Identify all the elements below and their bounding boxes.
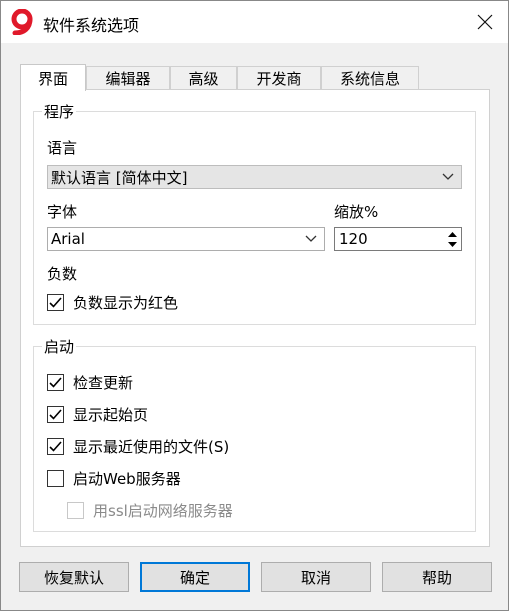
ok-button[interactable]: 确定 <box>140 562 250 592</box>
cancel-button[interactable]: 取消 <box>261 562 371 592</box>
restore-defaults-button[interactable]: 恢复默认 <box>19 562 129 592</box>
checkbox-box[interactable] <box>67 502 84 519</box>
close-button[interactable] <box>462 1 508 43</box>
window-title: 软件系统选项 <box>43 16 140 35</box>
chevron-down-icon <box>305 235 317 242</box>
start-web-server-label: 启动Web服务器 <box>73 470 181 488</box>
language-select-value: 默认语言 [简体中文] <box>51 168 188 187</box>
start-web-server-checkbox[interactable]: 启动Web服务器 <box>47 468 181 489</box>
tab-panel-interface: 程序 语言 默认语言 [简体中文] 字体 缩放% Arial 120 负数 负数… <box>20 89 490 547</box>
program-group-label: 程序 <box>42 101 77 122</box>
tab-system-info[interactable]: 系统信息 <box>321 66 419 90</box>
negative-label: 负数 <box>47 265 78 283</box>
zoom-increment-button[interactable] <box>445 229 460 239</box>
use-ssl-checkbox[interactable]: 用ssl启动网络服务器 <box>67 500 233 521</box>
triangle-up-icon <box>448 231 457 237</box>
negative-red-checkbox[interactable]: 负数显示为红色 <box>47 292 178 313</box>
language-label: 语言 <box>47 139 78 157</box>
show-recent-files-label: 显示最近使用的文件(S) <box>73 438 230 456</box>
check-updates-checkbox[interactable]: 检查更新 <box>47 372 133 393</box>
checkbox-box[interactable] <box>47 374 64 391</box>
options-dialog: 软件系统选项 界面 编辑器 高级 开发商 系统信息 程序 语言 默认语言 [简体… <box>0 0 509 611</box>
tab-editor[interactable]: 编辑器 <box>86 66 170 90</box>
title-bar: 软件系统选项 <box>1 1 508 43</box>
app-logo-icon <box>10 8 36 36</box>
negative-red-label: 负数显示为红色 <box>73 294 179 312</box>
checkbox-box[interactable] <box>47 470 64 487</box>
zoom-decrement-button[interactable] <box>445 239 460 249</box>
startup-group: 启动 检查更新 显示起始页 显示最近使用的文件(S) 启动Web服务器 用ssl… <box>33 336 476 532</box>
tab-developer[interactable]: 开发商 <box>237 66 321 90</box>
language-select[interactable]: 默认语言 [简体中文] <box>47 165 462 189</box>
triangle-down-icon <box>448 241 457 247</box>
show-start-page-label: 显示起始页 <box>73 406 149 424</box>
font-select-value: Arial <box>51 230 85 248</box>
checkmark-icon <box>49 409 62 420</box>
font-label: 字体 <box>47 203 78 221</box>
program-group: 程序 语言 默认语言 [简体中文] 字体 缩放% Arial 120 负数 负数… <box>33 101 476 325</box>
use-ssl-label: 用ssl启动网络服务器 <box>93 502 233 520</box>
tab-interface[interactable]: 界面 <box>20 64 86 91</box>
font-select[interactable]: Arial <box>47 227 325 251</box>
checkmark-icon <box>49 377 62 388</box>
zoom-stepper[interactable]: 120 <box>334 227 462 251</box>
checkmark-icon <box>49 297 62 308</box>
checkbox-box[interactable] <box>47 294 64 311</box>
zoom-value: 120 <box>339 230 368 248</box>
tab-advanced[interactable]: 高级 <box>170 66 237 90</box>
zoom-label: 缩放% <box>334 203 379 221</box>
close-icon <box>477 14 493 30</box>
checkmark-icon <box>49 441 62 452</box>
startup-group-label: 启动 <box>42 336 77 357</box>
show-start-page-checkbox[interactable]: 显示起始页 <box>47 404 148 425</box>
help-button[interactable]: 帮助 <box>382 562 492 592</box>
check-updates-label: 检查更新 <box>73 374 134 392</box>
checkbox-box[interactable] <box>47 438 64 455</box>
checkbox-box[interactable] <box>47 406 64 423</box>
chevron-down-icon <box>442 173 454 180</box>
show-recent-files-checkbox[interactable]: 显示最近使用的文件(S) <box>47 436 229 457</box>
